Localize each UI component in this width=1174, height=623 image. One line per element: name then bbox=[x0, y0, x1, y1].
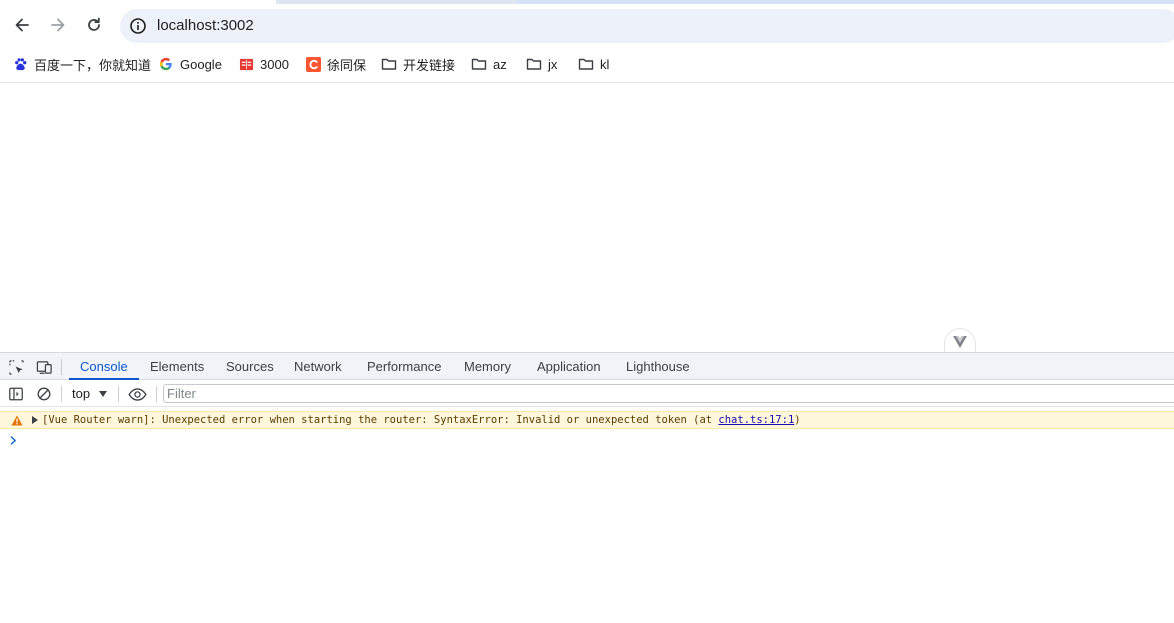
devtools-panel: Console Elements Sources Network Perform… bbox=[0, 352, 1174, 623]
reload-button[interactable] bbox=[80, 11, 108, 39]
bookmark-folder-jx[interactable]: jx bbox=[526, 55, 557, 73]
folder-icon bbox=[578, 56, 594, 72]
clear-circle-icon bbox=[37, 387, 51, 401]
bookmark-label: Google bbox=[180, 56, 222, 72]
tab-application[interactable]: Application bbox=[537, 353, 601, 380]
reload-icon bbox=[88, 17, 100, 31]
bookmark-google[interactable]: Google bbox=[158, 55, 222, 73]
site-info-icon[interactable] bbox=[129, 17, 147, 35]
source-link[interactable]: chat.ts:17:1 bbox=[718, 414, 794, 426]
bookmark-folder-kl[interactable]: kl bbox=[578, 55, 609, 73]
console-toolbar: top Filter bbox=[0, 380, 1174, 407]
tab-network[interactable]: Network bbox=[294, 353, 342, 380]
tab-memory[interactable]: Memory bbox=[464, 353, 511, 380]
bookmark-label: 3000 bbox=[260, 56, 289, 72]
tab-lighthouse[interactable]: Lighthouse bbox=[626, 353, 690, 380]
bookmark-3000[interactable]: 3000 bbox=[238, 55, 289, 73]
csdn-c-icon bbox=[305, 56, 321, 72]
forward-button[interactable] bbox=[44, 11, 72, 39]
arrow-left-icon bbox=[15, 18, 29, 32]
live-expression-button[interactable] bbox=[127, 385, 147, 403]
address-url[interactable]: localhost:3002 bbox=[157, 17, 254, 35]
arrow-right-icon bbox=[51, 18, 65, 32]
red-book-icon bbox=[238, 56, 254, 72]
warning-message-suffix: ) bbox=[794, 414, 801, 426]
bookmark-label: kl bbox=[600, 56, 610, 72]
bookmark-label: 徐同保 bbox=[327, 57, 367, 73]
toolbar-divider bbox=[61, 386, 62, 402]
context-selector[interactable]: top bbox=[64, 384, 108, 403]
folder-icon bbox=[381, 56, 397, 72]
devtools-tab-bar: Console Elements Sources Network Perform… bbox=[0, 352, 1174, 380]
page-viewport bbox=[0, 84, 1174, 352]
console-warning-message[interactable]: [Vue Router warn]: Unexpected error when… bbox=[0, 411, 1174, 429]
tab-sources[interactable]: Sources bbox=[226, 353, 274, 380]
chevron-right-icon bbox=[10, 435, 16, 445]
bookmark-folder-kaifa[interactable]: 开发链接 bbox=[381, 55, 455, 73]
address-bar[interactable]: localhost:3002 bbox=[120, 9, 1174, 43]
warning-triangle-icon bbox=[11, 415, 23, 426]
warning-text: [Vue Router warn]: Unexpected error when… bbox=[42, 412, 801, 428]
bookmarks-bar: 百度一下，你就知道 Google 3000 徐同保 开发链接 az jx kl bbox=[0, 46, 1174, 83]
browser-toolbar: localhost:3002 bbox=[0, 4, 1174, 46]
device-mode-icon bbox=[36, 360, 52, 374]
bookmark-csdn[interactable]: 徐同保 bbox=[305, 55, 366, 73]
bookmark-folder-az[interactable]: az bbox=[471, 55, 507, 73]
inspect-cursor-icon bbox=[8, 359, 24, 375]
baidu-paw-icon bbox=[12, 56, 28, 72]
tab-performance[interactable]: Performance bbox=[367, 353, 441, 380]
context-value: top bbox=[72, 386, 91, 401]
toolbar-divider bbox=[156, 386, 157, 402]
toolbar-divider bbox=[118, 386, 119, 402]
back-button[interactable] bbox=[8, 11, 36, 39]
inspect-element-button[interactable] bbox=[7, 358, 25, 376]
caret-down-icon bbox=[99, 390, 108, 397]
bookmark-label: 百度一下，你就知道 bbox=[34, 57, 152, 73]
console-prompt[interactable] bbox=[10, 432, 20, 448]
vue-devtools-toggle[interactable] bbox=[944, 328, 976, 354]
tab-console[interactable]: Console bbox=[69, 353, 139, 380]
device-toolbar-button[interactable] bbox=[35, 358, 53, 376]
console-messages: [Vue Router warn]: Unexpected error when… bbox=[0, 408, 1174, 623]
expand-triangle-icon[interactable] bbox=[32, 416, 38, 424]
tab-elements[interactable]: Elements bbox=[150, 353, 204, 380]
bookmark-baidu[interactable]: 百度一下，你就知道 bbox=[12, 55, 151, 73]
sidebar-toggle-icon bbox=[9, 387, 23, 401]
folder-icon bbox=[471, 56, 487, 72]
folder-icon bbox=[526, 56, 542, 72]
eye-icon bbox=[127, 387, 147, 401]
google-g-icon bbox=[158, 56, 174, 72]
warning-message-body: [Vue Router warn]: Unexpected error when… bbox=[42, 414, 719, 426]
console-filter-input[interactable]: Filter bbox=[163, 384, 1174, 403]
clear-console-button[interactable] bbox=[35, 385, 53, 403]
toolbar-divider bbox=[61, 359, 62, 375]
vue-logo-icon bbox=[953, 335, 967, 348]
bookmark-label: jx bbox=[548, 56, 558, 72]
bookmark-label: 开发链接 bbox=[403, 57, 456, 73]
bookmark-label: az bbox=[493, 56, 507, 72]
show-sidebar-button[interactable] bbox=[7, 385, 25, 403]
